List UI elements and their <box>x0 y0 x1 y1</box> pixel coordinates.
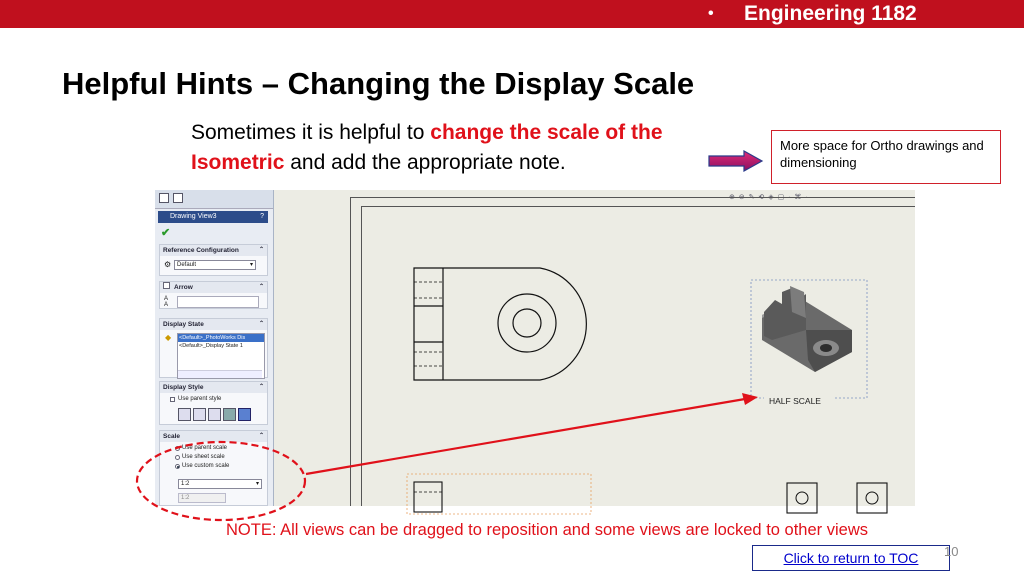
help-icon[interactable]: ? <box>260 211 264 223</box>
collapse-icon[interactable]: ⌃ <box>259 245 264 256</box>
group-header[interactable]: Scale ⌃ <box>160 431 267 442</box>
group-label: Display State <box>163 321 204 328</box>
config-value: Default <box>177 262 197 268</box>
hidden-lines-removed-icon[interactable] <box>208 408 221 421</box>
display-state-icon: ◆ <box>165 333 172 342</box>
intro-part2: and add the appropriate note. <box>284 151 566 174</box>
header-bullet: • <box>708 5 714 23</box>
page-number: 10 <box>944 544 959 559</box>
cad-screenshot: Drawing View3? ✔ Reference Configuration… <box>155 190 915 506</box>
list-scrollbar[interactable] <box>178 370 262 378</box>
group-display-state: Display State ⌃ ◆ <Default>_PhotoWorks Di… <box>159 318 268 379</box>
intro-text: Sometimes it is helpful to change the sc… <box>191 118 731 178</box>
sheet-inner-border <box>361 206 915 506</box>
group-label: Arrow <box>174 284 193 291</box>
callout-box: More space for Ortho drawings and dimens… <box>771 130 1001 184</box>
group-header[interactable]: Display Style ⌃ <box>160 382 267 393</box>
list-item[interactable]: <Default>_PhotoWorks Dis <box>178 334 264 342</box>
group-label: Display Style <box>163 384 204 391</box>
ok-check-icon[interactable]: ✔ <box>161 226 170 239</box>
use-parent-scale-radio[interactable]: Use parent scale <box>174 444 267 453</box>
header-bar: • Engineering 1182 <box>0 0 1024 28</box>
group-label: Scale <box>163 433 180 440</box>
course-name: Engineering 1182 <box>744 2 917 25</box>
chevron-down-icon: ▾ <box>255 481 259 487</box>
slide-title: Helpful Hints – Changing the Display Sca… <box>62 66 695 101</box>
label-icon: AA <box>164 296 169 308</box>
hidden-lines-visible-icon[interactable] <box>193 408 206 421</box>
toc-link[interactable]: Click to return to TOC <box>752 545 950 571</box>
group-header[interactable]: Arrow ⌃ <box>160 282 267 293</box>
course-title: • Engineering 1182 <box>708 2 917 26</box>
wireframe-icon[interactable] <box>178 408 191 421</box>
checkbox-label: Use parent style <box>178 396 222 402</box>
intro-part1: Sometimes it is helpful to <box>191 121 431 144</box>
group-scale: Scale ⌃ Use parent scale Use sheet scale … <box>159 430 268 506</box>
drawing-canvas[interactable]: ⊕ ⊖ ✎ ⟲ ◈ ▢ · ⌘ · <box>274 190 915 506</box>
use-custom-scale-radio[interactable]: Use custom scale <box>174 462 267 471</box>
collapse-icon[interactable]: ⌃ <box>259 382 264 393</box>
group-header[interactable]: Reference Configuration ⌃ <box>160 245 267 256</box>
arrow-label-input[interactable] <box>177 296 259 308</box>
config-tab-icon[interactable] <box>173 193 183 203</box>
shaded-icon[interactable] <box>238 408 251 421</box>
group-header[interactable]: Display State ⌃ <box>160 319 267 330</box>
scale-value: 1:2 <box>181 481 190 487</box>
group-display-style: Display Style ⌃ Use parent style <box>159 381 268 425</box>
display-style-buttons <box>178 408 251 421</box>
group-arrow: Arrow ⌃ AA <box>159 281 268 309</box>
display-state-list[interactable]: <Default>_PhotoWorks Dis <Default>_Displ… <box>177 333 265 379</box>
config-icon: ⚙ <box>164 260 172 269</box>
group-label: Reference Configuration <box>163 247 239 254</box>
collapse-icon[interactable]: ⌃ <box>259 431 264 442</box>
use-sheet-scale-radio[interactable]: Use sheet scale <box>174 453 267 462</box>
collapse-icon[interactable]: ⌃ <box>259 282 264 293</box>
arrow-checkbox[interactable] <box>163 282 170 289</box>
custom-scale-input[interactable]: 1:2 <box>178 493 226 503</box>
shaded-edges-icon[interactable] <box>223 408 236 421</box>
group-reference-config: Reference Configuration ⌃ ⚙ Default ▾ <box>159 244 268 276</box>
note-text: NOTE: All views can be dragged to reposi… <box>226 521 868 539</box>
scale-dropdown[interactable]: 1:2 ▾ <box>178 479 262 489</box>
property-tab-icon[interactable] <box>159 193 169 203</box>
pm-title-text: Drawing View3 <box>170 213 217 220</box>
arrow-right-icon <box>708 150 764 172</box>
panel-tabs <box>155 190 273 209</box>
list-item[interactable]: <Default>_Display State 1 <box>178 342 264 350</box>
property-manager: Drawing View3? ✔ Reference Configuration… <box>155 190 274 506</box>
collapse-icon[interactable]: ⌃ <box>259 319 264 330</box>
chevron-down-icon: ▾ <box>249 262 253 268</box>
config-dropdown[interactable]: Default ▾ <box>174 260 256 270</box>
pm-title: Drawing View3? <box>158 211 268 223</box>
use-parent-style-checkbox[interactable]: Use parent style <box>168 395 267 404</box>
